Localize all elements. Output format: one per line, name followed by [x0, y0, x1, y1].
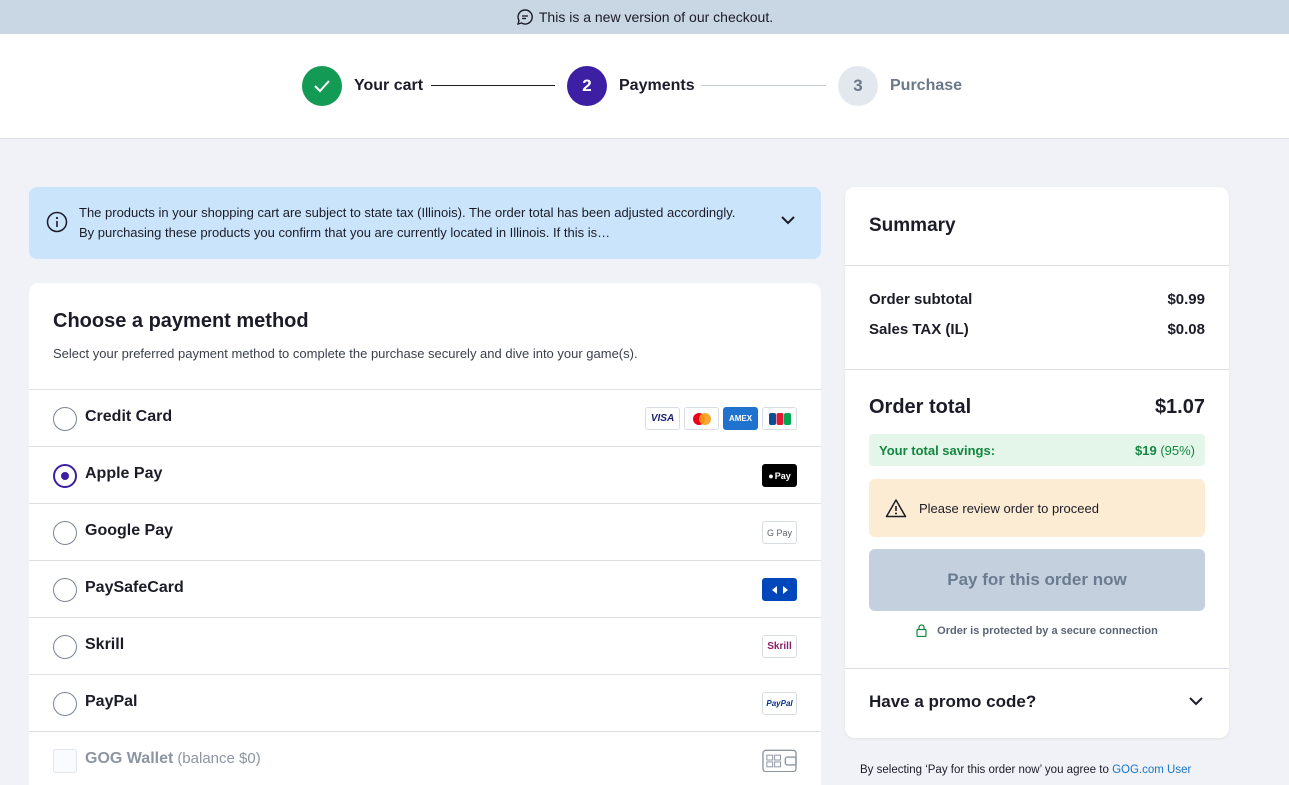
wallet-balance: (balance $0) — [177, 750, 261, 767]
summary-title: Summary — [869, 215, 956, 236]
google-pay-logos: G Pay — [762, 521, 797, 544]
step-label: Payments — [619, 77, 695, 94]
method-label: Skrill — [85, 636, 125, 653]
google-pay-logo: G Pay — [762, 521, 797, 544]
check-icon — [302, 66, 342, 106]
skrill-logos: Skrill — [762, 635, 797, 658]
method-label: PayPal — [85, 693, 138, 710]
total-row: Order total $1.07 — [869, 396, 1205, 419]
savings-row: Your total savings: $19 (95%) — [869, 434, 1205, 466]
savings-label: Your total savings: — [879, 442, 996, 458]
radio-button[interactable] — [53, 692, 77, 716]
method-paypal[interactable]: PayPal PayPal — [29, 674, 821, 731]
step-number: 3 — [838, 66, 878, 106]
tax-notice-text: The products in your shopping cart are s… — [79, 205, 736, 240]
radio-button[interactable] — [53, 578, 77, 602]
paypal-logo: PayPal — [762, 692, 797, 715]
visa-logo: VISA — [645, 407, 680, 430]
warning-icon — [885, 498, 907, 518]
payment-title: Choose a payment method — [53, 310, 309, 332]
order-summary: Summary Order subtotal $0.99 Sales TAX (… — [845, 187, 1229, 738]
savings-pct: (95%) — [1160, 442, 1195, 458]
method-label: Apple Pay — [85, 465, 163, 482]
terms-note: By selecting ‘Pay for this order now’ yo… — [860, 764, 1191, 776]
radio-button[interactable] — [53, 407, 77, 431]
paypal-logos: PayPal — [762, 692, 797, 715]
subtotal-row: Order subtotal $0.99 — [869, 291, 1205, 308]
payment-method-card: Choose a payment method Select your pref… — [29, 283, 821, 785]
method-apple-pay[interactable]: Apple Pay ● Pay — [29, 446, 821, 503]
total-value: $1.07 — [1154, 396, 1205, 418]
method-label: Google Pay — [85, 522, 174, 539]
secure-connection: Order is protected by a secure connectio… — [869, 624, 1205, 637]
info-icon — [46, 211, 68, 238]
payment-subtitle: Select your preferred payment method to … — [53, 346, 638, 361]
chevron-down-icon[interactable] — [779, 213, 797, 231]
tax-value: $0.08 — [1167, 321, 1205, 338]
method-skrill[interactable]: Skrill Skrill — [29, 617, 821, 674]
step-connector — [431, 85, 555, 86]
chat-bubble-icon — [516, 8, 534, 26]
lock-icon — [916, 624, 927, 637]
method-name: GOG Wallet — [85, 750, 174, 767]
method-credit-card[interactable]: Credit Card VISA AMEX — [29, 389, 821, 446]
step-your-cart[interactable]: Your cart — [302, 66, 423, 106]
paysafecard-logo — [762, 578, 797, 601]
step-label: Purchase — [890, 77, 963, 94]
radio-button[interactable] — [53, 635, 77, 659]
tax-row: Sales TAX (IL) $0.08 — [869, 321, 1205, 338]
radio-button-selected[interactable] — [53, 464, 77, 488]
new-checkout-banner: This is a new version of our checkout. — [0, 0, 1289, 34]
step-label: Your cart — [354, 77, 424, 94]
checkout-stepper: Your cart 2 Payments 3 Purchase — [0, 34, 1289, 139]
divider — [845, 265, 1229, 266]
savings-amount: $19 (95%) — [1135, 443, 1195, 458]
checkbox-disabled — [53, 749, 77, 773]
subtotal-value: $0.99 — [1167, 291, 1205, 308]
method-label: Credit Card — [85, 408, 173, 425]
chevron-down-icon[interactable] — [1187, 692, 1205, 712]
step-payments: 2 Payments — [567, 66, 695, 106]
method-google-pay[interactable]: Google Pay G Pay — [29, 503, 821, 560]
method-label: PaySafeCard — [85, 579, 184, 596]
skrill-logo: Skrill — [762, 635, 797, 658]
amex-logo: AMEX — [723, 407, 758, 430]
tax-label: Sales TAX (IL) — [869, 321, 969, 338]
jcb-logo — [762, 407, 797, 430]
apple-pay-logos: ● Pay — [762, 464, 797, 487]
apple-pay-logo: ● Pay — [762, 464, 797, 487]
step-connector — [701, 85, 826, 86]
apple-pay-logo-text: Pay — [774, 470, 791, 481]
subtotal-label: Order subtotal — [869, 291, 973, 308]
step-purchase: 3 Purchase — [838, 66, 962, 106]
warning-text: Please review order to proceed — [919, 500, 1099, 516]
tax-notice[interactable]: The products in your shopping cart are s… — [29, 187, 821, 259]
user-agreement-link[interactable]: GOG.com User — [1112, 764, 1191, 776]
divider — [845, 369, 1229, 370]
banner-text: This is a new version of our checkout. — [538, 9, 774, 25]
divider — [845, 668, 1229, 669]
method-paysafecard[interactable]: PaySafeCard — [29, 560, 821, 617]
gog-wallet-icon — [762, 749, 797, 772]
method-gog-wallet: GOG Wallet (balance $0) — [29, 731, 821, 785]
pay-now-button[interactable]: Pay for this order now — [869, 549, 1205, 611]
secure-text: Order is protected by a secure connectio… — [937, 624, 1158, 637]
promo-code-toggle[interactable]: Have a promo code? — [869, 692, 1205, 712]
card-logos: VISA AMEX — [645, 407, 797, 430]
step-number: 2 — [567, 66, 607, 106]
terms-text: By selecting ‘Pay for this order now’ yo… — [860, 764, 1113, 776]
radio-button[interactable] — [53, 521, 77, 545]
method-label: GOG Wallet (balance $0) — [85, 750, 261, 768]
mastercard-logo — [684, 407, 719, 430]
savings-value: $19 — [1134, 442, 1157, 458]
review-warning: Please review order to proceed — [869, 479, 1205, 537]
promo-label: Have a promo code? — [869, 692, 1037, 711]
paysafecard-logos — [762, 578, 797, 601]
total-label: Order total — [869, 396, 972, 418]
gog-wallet-logos — [762, 749, 797, 772]
